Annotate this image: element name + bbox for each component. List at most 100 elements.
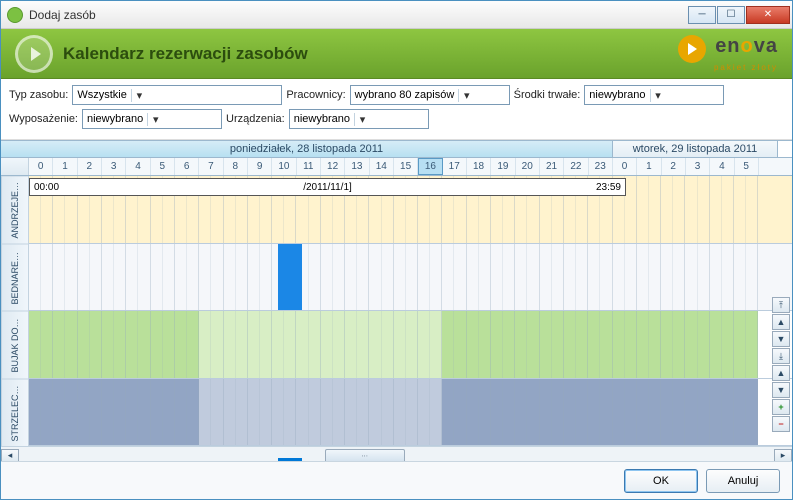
hour-10[interactable]: 10 [272, 158, 296, 175]
chevron-down-icon: ▾ [147, 113, 163, 126]
logo-subtitle: pakiet złoty [678, 63, 778, 72]
row-labels: ANDRZEJE… BEDNARE… BUJAK DO… STRZELEC… [1, 176, 29, 446]
type-label: Typ zasobu: [9, 89, 68, 101]
rows-area: ANDRZEJE… BEDNARE… BUJAK DO… STRZELEC… 0… [1, 176, 792, 446]
up-button[interactable]: ▲ [772, 314, 790, 330]
hour-17[interactable]: 17 [443, 158, 467, 175]
booking-mid: /2011/11/1] [303, 182, 352, 193]
hour-22[interactable]: 22 [564, 158, 588, 175]
brand-logo: enova pakiet złoty [678, 35, 778, 72]
down-button[interactable]: ▼ [772, 331, 790, 347]
hour-18[interactable]: 18 [467, 158, 491, 175]
minimize-button[interactable]: ─ [688, 6, 716, 24]
last-button[interactable]: ⤓ [772, 348, 790, 364]
hour-14[interactable]: 14 [370, 158, 394, 175]
titlebar: Dodaj zasób ─ ☐ ✕ [1, 1, 792, 29]
booking-end: 23:59 [596, 182, 621, 193]
hour-29[interactable]: 5 [735, 158, 759, 175]
page-up-button[interactable]: ▲ [772, 365, 790, 381]
date-col-1[interactable]: poniedziałek, 28 listopada 2011 [1, 141, 613, 157]
hour-13[interactable]: 13 [345, 158, 369, 175]
header-banner: Kalendarz rezerwacji zasobów enova pakie… [1, 29, 792, 79]
assets-value: niewybrano [589, 89, 645, 101]
selection-block[interactable] [278, 244, 302, 311]
row-label-2[interactable]: BUJAK DO… [1, 311, 29, 379]
hour-1[interactable]: 1 [53, 158, 77, 175]
equipment-combo[interactable]: niewybrano ▾ [82, 109, 222, 129]
row-header-gap [1, 158, 29, 175]
assets-combo[interactable]: niewybrano ▾ [584, 85, 724, 105]
current-time-marker [278, 458, 302, 461]
lane-2[interactable] [29, 311, 792, 379]
maximize-button[interactable]: ☐ [717, 6, 745, 24]
hour-28[interactable]: 4 [710, 158, 734, 175]
page-title: Kalendarz rezerwacji zasobów [63, 44, 308, 64]
logo-play-icon [678, 35, 706, 63]
row-label-3[interactable]: STRZELEC… [1, 379, 29, 447]
hour-26[interactable]: 2 [662, 158, 686, 175]
booking-start: 00:00 [34, 182, 59, 193]
lane-0[interactable]: 00:00/2011/11/1] 23:59 [29, 176, 792, 244]
type-combo[interactable]: Wszystkie ▾ [72, 85, 282, 105]
date-col-2[interactable]: wtorek, 29 listopada 2011 [613, 141, 778, 157]
hour-25[interactable]: 1 [637, 158, 661, 175]
hour-27[interactable]: 3 [686, 158, 710, 175]
devices-label: Urządzenia: [226, 113, 285, 125]
remove-button[interactable]: − [772, 416, 790, 432]
chevron-down-icon: ▾ [131, 89, 147, 102]
logo-text: enova [715, 35, 778, 57]
dialog-footer: OK Anuluj [1, 461, 792, 499]
hour-19[interactable]: 19 [491, 158, 515, 175]
hour-cells: 0123456789101112131415161718192021222301… [29, 158, 792, 175]
devices-combo[interactable]: niewybrano ▾ [289, 109, 429, 129]
row-label-0[interactable]: ANDRZEJE… [1, 176, 29, 244]
lane-3[interactable] [29, 379, 792, 447]
chevron-down-icon: ▾ [650, 89, 666, 102]
employees-label: Pracownicy: [286, 89, 345, 101]
row-label-1[interactable]: BEDNARE… [1, 244, 29, 312]
add-button[interactable]: + [772, 399, 790, 415]
lane-1[interactable] [29, 244, 792, 312]
hour-9[interactable]: 9 [248, 158, 272, 175]
hour-3[interactable]: 3 [102, 158, 126, 175]
filter-bar: Typ zasobu: Wszystkie ▾ Pracownicy: wybr… [1, 79, 792, 140]
hour-21[interactable]: 21 [540, 158, 564, 175]
play-icon [15, 35, 53, 73]
hour-16[interactable]: 16 [418, 158, 442, 175]
chevron-down-icon: ▾ [458, 89, 474, 102]
devices-value: niewybrano [294, 113, 350, 125]
equipment-label: Wyposażenie: [9, 113, 78, 125]
window-controls: ─ ☐ ✕ [687, 6, 790, 24]
side-nav-buttons: ⤒ ▲ ▼ ⤓ ▲ ▼ + − [772, 297, 790, 432]
lanes[interactable]: 00:00/2011/11/1] 23:59 [29, 176, 792, 446]
hour-6[interactable]: 6 [175, 158, 199, 175]
hour-12[interactable]: 12 [321, 158, 345, 175]
hour-20[interactable]: 20 [516, 158, 540, 175]
hour-header: 0123456789101112131415161718192021222301… [1, 158, 792, 176]
date-header: poniedziałek, 28 listopada 2011 wtorek, … [1, 140, 792, 158]
hour-2[interactable]: 2 [78, 158, 102, 175]
hour-24[interactable]: 0 [613, 158, 637, 175]
app-icon [7, 7, 23, 23]
hour-7[interactable]: 7 [199, 158, 223, 175]
first-button[interactable]: ⤒ [772, 297, 790, 313]
employees-combo[interactable]: wybrano 80 zapisów ▾ [350, 85, 510, 105]
dialog-window: Dodaj zasób ─ ☐ ✕ Kalendarz rezerwacji z… [0, 0, 793, 500]
assets-label: Środki trwałe: [514, 89, 581, 101]
booking-bar[interactable]: 00:00/2011/11/1] 23:59 [29, 178, 626, 196]
page-down-button[interactable]: ▼ [772, 382, 790, 398]
cancel-button[interactable]: Anuluj [706, 469, 780, 493]
hour-23[interactable]: 23 [589, 158, 613, 175]
hour-11[interactable]: 11 [297, 158, 321, 175]
window-title: Dodaj zasób [29, 8, 687, 22]
hour-8[interactable]: 8 [224, 158, 248, 175]
ok-button[interactable]: OK [624, 469, 698, 493]
calendar-grid: poniedziałek, 28 listopada 2011 wtorek, … [1, 140, 792, 460]
hour-15[interactable]: 15 [394, 158, 418, 175]
employees-value: wybrano 80 zapisów [355, 89, 455, 101]
hour-4[interactable]: 4 [126, 158, 150, 175]
close-button[interactable]: ✕ [746, 6, 790, 24]
hour-0[interactable]: 0 [29, 158, 53, 175]
equipment-value: niewybrano [87, 113, 143, 125]
hour-5[interactable]: 5 [151, 158, 175, 175]
